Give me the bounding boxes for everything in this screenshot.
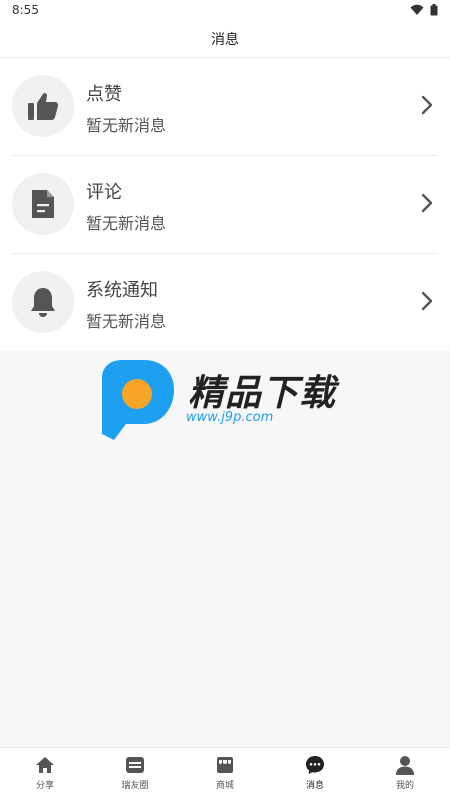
document-icon (32, 190, 54, 218)
home-icon (36, 757, 54, 773)
page-title: 消息 (211, 31, 239, 48)
message-row-comments[interactable]: 评论 暂无新消息 (12, 156, 438, 254)
tab-store[interactable]: 商城 (180, 748, 270, 800)
tab-share[interactable]: 分享 (0, 748, 90, 800)
bell-icon (31, 288, 55, 317)
row-subtitle: 暂无新消息 (86, 116, 167, 135)
message-row-system-notice[interactable]: 系统通知 暂无新消息 (12, 254, 438, 351)
status-bar: 8:55 (0, 0, 450, 20)
comments-icon-badge (12, 173, 74, 235)
chevron-right-icon (421, 291, 433, 311)
row-title: 评论 (86, 182, 122, 203)
watermark-url: www.j9p.com (186, 410, 274, 425)
bottom-tab-bar: 分享 瑞友圈 商城 消息 我的 (0, 747, 450, 800)
row-subtitle: 暂无新消息 (86, 214, 167, 233)
store-icon (217, 757, 233, 773)
battery-icon (430, 4, 438, 16)
tab-profile[interactable]: 我的 (360, 748, 450, 800)
notice-icon-badge (12, 271, 74, 333)
wifi-icon (410, 4, 424, 15)
row-title: 系统通知 (86, 280, 158, 301)
watermark-text: 精品下载 (188, 373, 337, 414)
row-title: 点赞 (86, 84, 122, 105)
chevron-right-icon (421, 193, 433, 213)
chat-bubble-icon (306, 756, 324, 774)
thumbs-up-icon (28, 93, 59, 120)
likes-icon-badge (12, 75, 74, 137)
chevron-right-icon (421, 95, 433, 115)
status-time: 8:55 (12, 3, 39, 17)
watermark-p-logo-icon (102, 360, 174, 440)
app-header: 消息 (0, 20, 450, 58)
row-subtitle: 暂无新消息 (86, 312, 167, 331)
status-icons (410, 4, 438, 16)
circle-feed-icon (126, 757, 144, 773)
watermark-logo: 精品下载 www.j9p.com (100, 358, 360, 442)
message-row-likes[interactable]: 点赞 暂无新消息 (12, 58, 438, 156)
tab-messages[interactable]: 消息 (270, 748, 360, 800)
tab-label: 商城 (215, 781, 234, 791)
tab-label: 瑞友圈 (121, 781, 149, 791)
tab-friends-circle[interactable]: 瑞友圈 (90, 748, 180, 800)
tab-label: 分享 (35, 781, 54, 791)
profile-icon (396, 756, 414, 775)
tab-label: 消息 (305, 781, 324, 791)
tab-label: 我的 (395, 781, 414, 791)
message-list: 点赞 暂无新消息 评论 暂无新消息 系统通知 暂无新消息 (0, 58, 450, 351)
